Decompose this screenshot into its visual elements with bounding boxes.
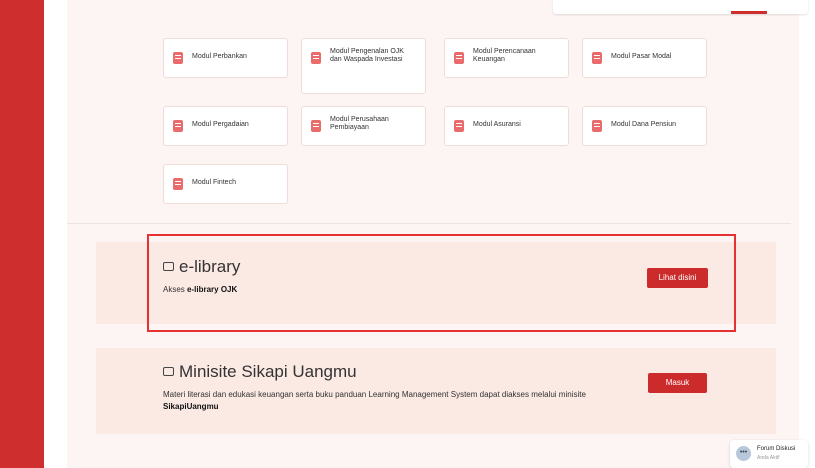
- masuk-button[interactable]: Masuk: [648, 373, 707, 393]
- module-card-perencanaan-keuangan[interactable]: Modul Perencanaan Keuangan: [444, 38, 569, 78]
- module-label: Modul Perencanaan Keuangan: [473, 48, 536, 63]
- module-label: Modul Dana Pensiun: [611, 121, 676, 128]
- module-card-asuransi[interactable]: Modul Asuransi: [444, 106, 569, 146]
- chat-bubble-icon: •••: [736, 446, 751, 461]
- minisite-desc-link: SikapiUangmu: [163, 402, 219, 411]
- module-label: Modul Perusahaan Pembiayaan: [330, 116, 389, 131]
- module-card-pergadaian[interactable]: Modul Pergadaian: [163, 106, 288, 146]
- module-card-pengenalan-ojk[interactable]: Modul Pengenalan OJK dan Waspada Investa…: [301, 38, 426, 94]
- module-label: Modul Pengenalan OJK dan Waspada Investa…: [330, 48, 404, 63]
- module-label: Modul Pasar Modal: [611, 53, 672, 60]
- document-icon: [592, 52, 602, 64]
- module-card-pasar-modal[interactable]: Modul Pasar Modal: [582, 38, 707, 78]
- document-icon: [454, 120, 464, 132]
- top-floating-bar: [553, 0, 808, 14]
- module-card-dana-pensiun[interactable]: Modul Dana Pensiun: [582, 106, 707, 146]
- module-label: Modul Asuransi: [473, 121, 521, 128]
- highlight-box: [147, 234, 736, 332]
- document-icon: [592, 120, 602, 132]
- module-label: Modul Fintech: [192, 179, 236, 186]
- minisite-title: Minisite Sikapi Uangmu: [163, 362, 357, 382]
- forum-diskusi-widget[interactable]: ••• Forum Diskusi Anda Aktif: [730, 440, 808, 468]
- document-icon: [173, 52, 183, 64]
- minisite-desc-text: Materi literasi dan edukasi keuangan ser…: [163, 390, 586, 399]
- module-card-perbankan[interactable]: Modul Perbankan: [163, 38, 288, 78]
- minisite-section: Minisite Sikapi Uangmu Materi literasi d…: [96, 348, 776, 434]
- top-bar-accent: [731, 11, 767, 14]
- folder-icon: [163, 367, 174, 376]
- minisite-description: Materi literasi dan edukasi keuangan ser…: [163, 389, 603, 413]
- section-divider: [67, 223, 791, 224]
- document-icon: [454, 52, 464, 64]
- left-accent-bar: [0, 0, 44, 468]
- minisite-title-text: Minisite Sikapi Uangmu: [179, 362, 357, 381]
- document-icon: [173, 178, 183, 190]
- document-icon: [173, 120, 183, 132]
- module-label: Modul Pergadaian: [192, 121, 249, 128]
- document-icon: [311, 52, 321, 64]
- forum-subtitle: Anda Aktif: [757, 455, 780, 461]
- document-icon: [311, 120, 321, 132]
- module-label: Modul Perbankan: [192, 53, 247, 60]
- forum-title: Forum Diskusi: [757, 446, 796, 452]
- module-card-fintech[interactable]: Modul Fintech: [163, 164, 288, 204]
- module-card-perusahaan-pembiayaan[interactable]: Modul Perusahaan Pembiayaan: [301, 106, 426, 146]
